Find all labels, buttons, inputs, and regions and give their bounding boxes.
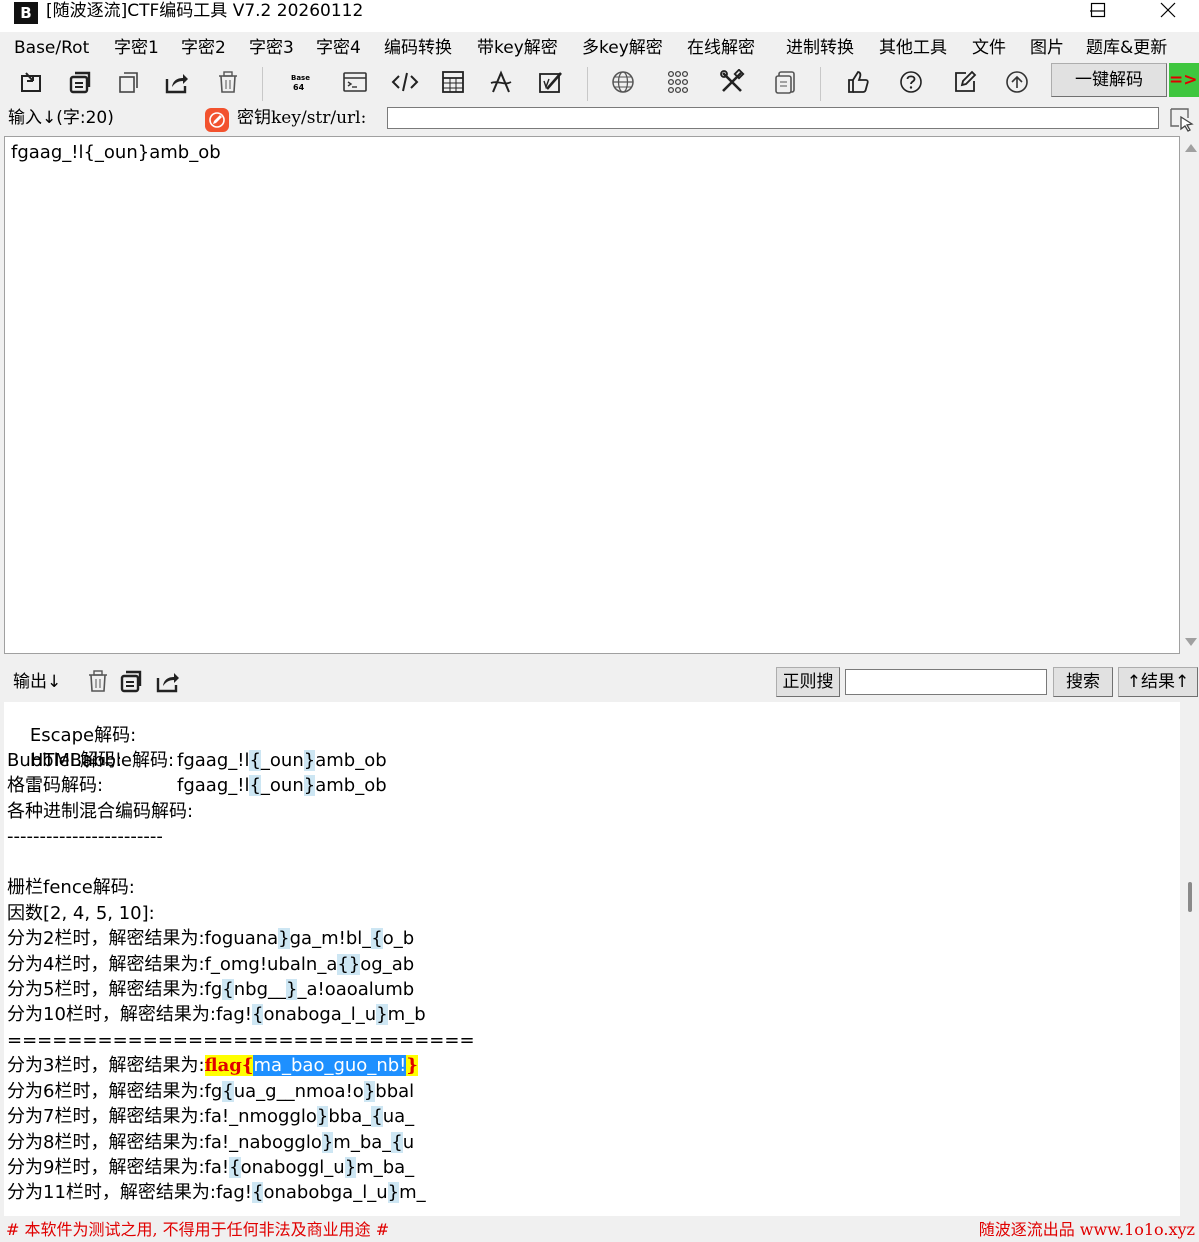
escape-decode-value: fgaag_!l{_oun}amb_ob (177, 750, 387, 771)
fence-row: 分为5栏时，解密结果为:fg{nbg__}_a!oaoalumb (7, 979, 415, 1000)
menu-cipher4[interactable]: 字密4 (316, 36, 361, 60)
menu-cipher2[interactable]: 字密2 (181, 36, 226, 60)
mixed-base-decode-label: 各种进制混合编码解码: (7, 801, 194, 822)
status-disclaimer: # 本软件为测试之用, 不得用于任何非法及商业用途 # (6, 1220, 390, 1239)
key-label: 密钥key/str/url: (237, 108, 367, 128)
update-icon[interactable] (1002, 69, 1032, 97)
menu-online-decrypt[interactable]: 在线解密 (687, 36, 755, 60)
app-logo-icon: B (14, 2, 38, 24)
document-icon[interactable] (771, 69, 801, 97)
svg-text:Base: Base (291, 74, 310, 82)
code-icon[interactable] (390, 69, 420, 97)
output-copy-icon[interactable] (116, 668, 146, 696)
separator-line: ------------------------ (7, 826, 163, 847)
input-text[interactable]: fgaag_!l{_oun}amb_ob (11, 141, 221, 165)
grid-icon[interactable] (663, 69, 693, 97)
key-input[interactable] (387, 107, 1159, 129)
fence-row: 分为4栏时，解密结果为:f_omg!ubaln_a{}og_ab (7, 954, 415, 975)
status-bar: # 本软件为测试之用, 不得用于任何非法及商业用途 # 随波逐流出品 www.1… (0, 1218, 1199, 1242)
output-scroll-thumb[interactable] (1188, 882, 1192, 912)
fence-row: 分为11栏时，解密结果为:fag!{onabobga_l_u}m_ (7, 1182, 426, 1203)
base64-icon[interactable]: Base 64 (284, 69, 314, 97)
regex-search-button[interactable]: 正则搜 (776, 667, 840, 697)
output-textarea[interactable]: Escape解码: fgaag_!l{_oun}amb_ob HTML解码: f… (4, 702, 1180, 1216)
paste-icon[interactable] (114, 69, 144, 97)
tools-icon[interactable] (717, 69, 747, 97)
text-a-icon[interactable] (486, 69, 516, 97)
input-label: 输入↓(字:20) (8, 108, 114, 128)
regex-input[interactable] (845, 669, 1047, 695)
cursor-select-icon[interactable] (1168, 106, 1194, 132)
bubblebabble-decode-label: BubbleBabble解码: (7, 750, 175, 771)
close-icon[interactable] (1148, 0, 1188, 22)
one-key-decode-button[interactable]: 一键解码 (1051, 63, 1167, 97)
fence-row: 分为9栏时，解密结果为:fa!{onaboggl_u}m_ba_ (7, 1157, 415, 1178)
title-bar: B [随波逐流]CTF编码工具 V7.2 20260112 (0, 0, 1199, 32)
menu-library-update[interactable]: 题库&更新 (1086, 36, 1167, 60)
copy-icon[interactable] (65, 69, 95, 97)
input-scrollbar[interactable] (1181, 136, 1199, 654)
terminal-icon[interactable] (340, 69, 370, 97)
menu-cipher1[interactable]: 字密1 (114, 36, 159, 60)
globe-icon[interactable] (608, 69, 638, 97)
output-trash-icon[interactable] (83, 668, 113, 696)
toolbar-separator (587, 67, 588, 101)
menu-base-rot[interactable]: Base/Rot (14, 36, 89, 60)
fence-row: 分为7栏时，解密结果为:fa!_nmogglo}bba_{ua_ (7, 1106, 415, 1127)
fence-row: 分为6栏时，解密结果为:fg{ua_g__nmoa!o}bbal (7, 1081, 415, 1102)
maximize-icon[interactable] (1078, 0, 1118, 22)
output-label: 输出↓ (13, 672, 62, 692)
toolbar-separator (262, 67, 263, 101)
table-icon[interactable] (438, 69, 468, 97)
thumbs-up-icon[interactable] (843, 69, 873, 97)
menu-base-convert[interactable]: 进制转换 (786, 36, 854, 60)
trash-icon[interactable] (213, 69, 243, 97)
factors-label: 因数[2, 4, 5, 10]: (7, 903, 155, 924)
menu-multikey-decrypt[interactable]: 多key解密 (582, 36, 663, 60)
menu-other-tools[interactable]: 其他工具 (879, 36, 947, 60)
output-scrollbar[interactable] (1181, 702, 1199, 1216)
scroll-up-icon[interactable] (1185, 144, 1197, 152)
key-edit-icon[interactable] (205, 108, 229, 132)
flag-result-row: 分为3栏时，解密结果为:flag{ma_bao_guo_nb!} (7, 1055, 418, 1076)
scroll-down-icon[interactable] (1185, 638, 1197, 646)
fence-row: 分为2栏时，解密结果为:foguana}ga_m!bl_{o_b (7, 928, 415, 949)
svg-text:64: 64 (293, 83, 305, 92)
output-share-icon[interactable] (153, 668, 183, 696)
gray-code-decode-label: 格雷码解码: (7, 775, 104, 796)
html-decode-value: fgaag_!l{_oun}amb_ob (177, 775, 387, 796)
fence-decode-label: 栅栏fence解码: (7, 877, 135, 898)
edit-icon[interactable] (950, 69, 980, 97)
status-credit: 随波逐流出品 www.1o1o.xyz (978, 1220, 1195, 1239)
separator-line: =============================== (7, 1030, 475, 1051)
input-textarea[interactable]: fgaag_!l{_oun}amb_ob (4, 136, 1180, 654)
toolbar: Base 64 (0, 63, 1199, 103)
help-icon[interactable] (896, 69, 926, 97)
share-icon[interactable] (162, 69, 192, 97)
import-icon[interactable] (16, 69, 46, 97)
menu-key-decrypt[interactable]: 带key解密 (477, 36, 558, 60)
menu-cipher3[interactable]: 字密3 (249, 36, 294, 60)
toolbar-separator (820, 67, 821, 101)
fence-row: 分为10栏时，解密结果为:fag!{onaboga_l_u}m_b (7, 1004, 426, 1025)
menu-file[interactable]: 文件 (972, 36, 1006, 60)
fence-row: 分为8栏时，解密结果为:fa!_nabogglo}m_ba_{u (7, 1132, 415, 1153)
menu-image[interactable]: 图片 (1030, 36, 1064, 60)
selected-flag-text: ma_bao_guo_nb! (253, 1055, 407, 1076)
flag-keyword: flag (204, 1055, 242, 1076)
search-button[interactable]: 搜索 (1053, 667, 1113, 697)
image-edit-icon[interactable] (536, 69, 566, 97)
results-button[interactable]: ↑结果↑ (1118, 667, 1198, 697)
green-arrow-button[interactable]: => (1169, 63, 1199, 97)
menu-bar: Base/Rot 字密1 字密2 字密3 字密4 编码转换 带key解密 多ke… (0, 34, 1199, 62)
window-title: [随波逐流]CTF编码工具 V7.2 20260112 (46, 1, 364, 21)
menu-encoding-convert[interactable]: 编码转换 (384, 36, 452, 60)
